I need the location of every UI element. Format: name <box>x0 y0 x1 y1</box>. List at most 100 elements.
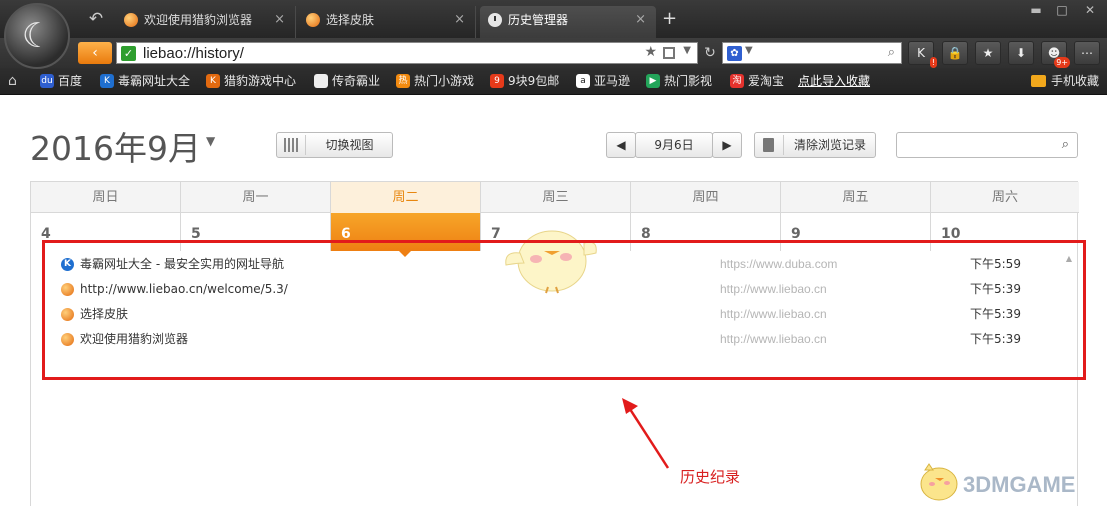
back-button[interactable]: ‹ <box>78 42 112 64</box>
tab-welcome[interactable]: 欢迎使用猎豹浏览器 × <box>116 6 296 38</box>
watermark-text: 3DMGAME <box>963 472 1076 497</box>
tab-label: 欢迎使用猎豹浏览器 <box>144 13 253 27</box>
tab-skin[interactable]: 选择皮肤 × <box>298 6 476 38</box>
bookmark-label: 亚马逊 <box>594 74 631 88</box>
weekday-header-row: 周日 周一 周二 周三 周四 周五 周六 <box>31 182 1079 213</box>
prev-day-button[interactable]: ◀ <box>606 132 636 158</box>
liebao-logo-icon[interactable]: ☾ <box>4 3 70 69</box>
tag-icon: 9 <box>490 74 504 88</box>
baidu-paw-icon[interactable]: ✿ <box>727 46 742 61</box>
reload-icon[interactable]: ↻ <box>700 42 720 64</box>
account-k-button[interactable]: K! <box>908 41 937 68</box>
search-box[interactable]: ✿ ▼ ⌕ <box>722 42 902 64</box>
bookmark-item[interactable]: 9 9块9包邮 <box>488 68 559 95</box>
bookmark-label: 热门影视 <box>664 74 713 88</box>
new-tab-button[interactable]: + <box>662 9 677 29</box>
search-icon[interactable]: ⌕ <box>1062 137 1069 152</box>
mobile-favorites-button[interactable]: 手机收藏 <box>1030 68 1099 95</box>
star-icon[interactable]: ★ <box>644 44 657 60</box>
next-day-button[interactable]: ▶ <box>712 132 742 158</box>
minimize-icon[interactable]: ▬ <box>1024 2 1048 18</box>
game-button[interactable]: ☻ 9+ <box>1041 41 1070 68</box>
weekday-header: 周六 <box>991 190 1018 205</box>
chevron-down-icon[interactable]: ▼ <box>683 45 691 56</box>
watermark: 3DMGAME <box>915 458 1105 502</box>
bookmark-label: 百度 <box>58 74 83 88</box>
favorites-star-button[interactable]: ★ <box>975 41 1001 65</box>
weekday-header: 周四 <box>631 182 781 213</box>
liebao-game-icon: K <box>206 74 220 88</box>
clock-icon <box>488 13 502 27</box>
annotation-arrow-icon <box>622 398 670 469</box>
mobile-favorites-label: 手机收藏 <box>1050 74 1099 88</box>
search-icon[interactable]: ⌕ <box>888 45 895 60</box>
play-icon: ▶ <box>646 74 660 88</box>
folder-icon <box>1030 75 1046 87</box>
current-day-button[interactable]: 9月6日 <box>635 132 713 158</box>
address-bar[interactable]: ✓ liebao://history/ ★ ▼ <box>116 42 698 64</box>
bookmark-label: 猎豹游戏中心 <box>224 74 297 88</box>
bookmark-item[interactable]: a 亚马逊 <box>574 68 630 95</box>
bookmark-label: 毒霸网址大全 <box>118 74 191 88</box>
bookmark-label: 热门小游戏 <box>414 74 475 88</box>
bookmark-item[interactable]: K 猎豹游戏中心 <box>204 68 296 95</box>
close-icon[interactable]: × <box>454 6 465 34</box>
date-navigator: ◀ 9月6日 ▶ <box>606 132 742 158</box>
trash-icon <box>763 138 774 152</box>
close-window-icon[interactable]: ✕ <box>1078 2 1102 18</box>
bookmark-item[interactable]: K 毒霸网址大全 <box>98 68 190 95</box>
lock-button[interactable]: 🔒 <box>942 41 968 65</box>
qr-code-icon[interactable] <box>663 47 675 59</box>
alert-badge: ! <box>929 57 937 68</box>
clear-history-button[interactable]: 清除浏览记录 <box>754 132 876 158</box>
duba-icon: K <box>100 74 114 88</box>
tab-history-manager[interactable]: 历史管理器 × <box>480 6 656 38</box>
tab-label: 历史管理器 <box>508 13 569 27</box>
bookmark-item[interactable]: 热热门小游戏 <box>394 68 474 95</box>
amazon-icon: a <box>576 74 590 88</box>
weekday-header: 周日 <box>31 182 181 213</box>
calendar-grid-icon <box>284 138 298 152</box>
undo-close-tab-icon[interactable]: ↶ <box>84 8 108 30</box>
close-icon[interactable]: × <box>274 6 285 34</box>
liebao-icon <box>124 13 138 27</box>
annotation-highlight-box <box>42 240 1086 380</box>
more-menu-button[interactable]: ⋯ <box>1074 41 1100 65</box>
chevron-down-icon[interactable]: ▼ <box>206 134 215 148</box>
count-badge: 9+ <box>1054 57 1070 68</box>
bookmark-item[interactable]: 传奇霸业 <box>312 68 380 95</box>
history-search-input[interactable]: ⌕ <box>896 132 1078 158</box>
import-favorites-link[interactable]: 点此导入收藏 <box>798 68 870 95</box>
switch-view-button[interactable]: 切换视图 <box>276 132 393 158</box>
bookmark-item[interactable]: 淘爱淘宝 <box>728 68 784 95</box>
bookmark-label: 9块9包邮 <box>508 74 560 88</box>
weekday-header: 周五 <box>781 182 931 213</box>
page-icon <box>314 74 328 88</box>
home-icon[interactable]: ⌂ <box>8 73 17 89</box>
tab-strip: ↶ 欢迎使用猎豹浏览器 × 选择皮肤 × 历史管理器 × + ▬ □ ✕ <box>0 0 1107 38</box>
taobao-icon: 淘 <box>730 74 744 88</box>
download-button[interactable]: ⬇ <box>1008 41 1034 65</box>
bookmark-label: 爱淘宝 <box>748 74 785 88</box>
close-icon[interactable]: × <box>635 6 646 34</box>
weekday-header: 周三 <box>481 182 631 213</box>
clear-history-label: 清除浏览记录 <box>793 138 866 152</box>
weekday-header: 周一 <box>181 182 331 213</box>
bookmarks-bar: ⌂ du 百度 K 毒霸网址大全 K 猎豹游戏中心 传奇霸业热热门小游戏 9 9块9包邮 a 亚马逊… <box>0 68 1107 95</box>
switch-view-label: 切换视图 <box>325 138 374 152</box>
weekday-header: 周二 <box>331 182 481 213</box>
bookmark-item[interactable]: ▶ 热门影视 <box>644 68 712 95</box>
chevron-down-icon[interactable]: ▼ <box>745 45 753 56</box>
watermark-chick-icon <box>920 463 958 501</box>
maximize-icon[interactable]: □ <box>1050 2 1074 18</box>
bookmark-item[interactable]: du 百度 <box>38 68 82 95</box>
games-icon: 热 <box>396 74 410 88</box>
secure-check-icon: ✓ <box>121 46 136 61</box>
address-toolbar: ‹ ✓ liebao://history/ ★ ▼ ↻ ✿ ▼ ⌕ K! 🔒 ★… <box>0 38 1107 68</box>
bookmark-label: 传奇霸业 <box>332 74 381 88</box>
liebao-icon <box>306 13 320 27</box>
baidu-icon: du <box>40 74 54 88</box>
month-title[interactable]: 2016年9月 <box>30 122 201 170</box>
annotation-label: 历史纪录 <box>680 468 741 486</box>
address-url[interactable]: liebao://history/ <box>143 44 244 63</box>
